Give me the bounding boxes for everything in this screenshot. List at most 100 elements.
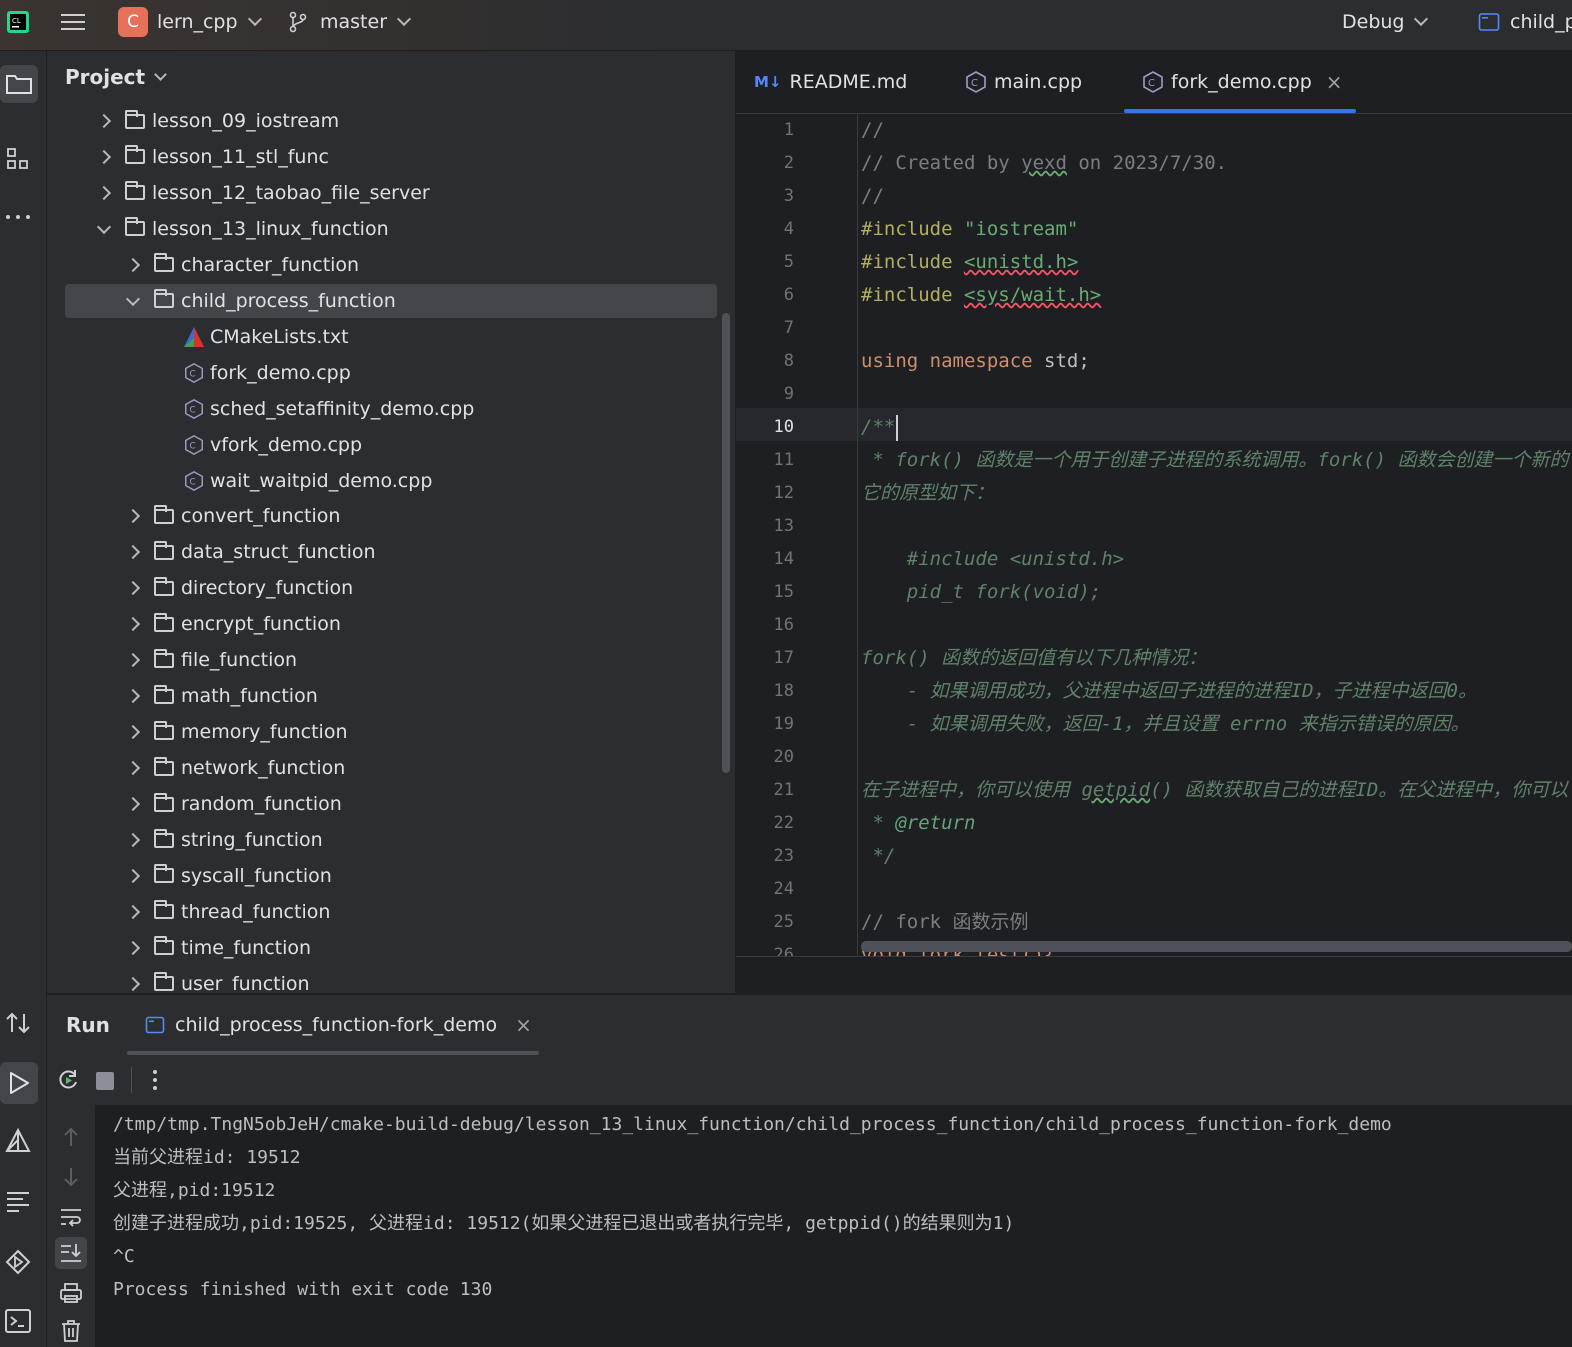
tree-folder[interactable]: thread_function — [47, 894, 735, 930]
chevron-right-icon[interactable] — [125, 689, 141, 704]
project-scrollbar[interactable] — [722, 313, 730, 773]
more-dots-icon — [6, 215, 30, 219]
tree-folder[interactable]: file_function — [47, 642, 735, 678]
clion-logo-icon[interactable]: CL — [6, 0, 30, 44]
rerun-button[interactable] — [55, 1067, 81, 1097]
tree-folder[interactable]: random_function — [47, 786, 735, 822]
tree-file[interactable]: CMakeLists.txt — [47, 319, 735, 355]
services-tool-button[interactable] — [0, 1244, 36, 1280]
tree-folder[interactable]: encrypt_function — [47, 606, 735, 642]
run-config-selector[interactable]: child_p — [1478, 0, 1572, 44]
build-config-selector[interactable]: Debug — [1342, 0, 1429, 44]
run-panel-header: Run child_process_function-fork_demo × — [47, 994, 1572, 1055]
console-line: ^C — [113, 1246, 135, 1267]
tree-folder[interactable]: directory_function — [47, 570, 735, 606]
more-tools-button[interactable] — [0, 199, 36, 235]
cpp-file-icon: C — [183, 434, 205, 456]
chevron-right-icon[interactable] — [96, 113, 112, 129]
editor-horizontal-scrollbar[interactable] — [861, 941, 1572, 952]
close-tab-icon[interactable]: × — [515, 1013, 532, 1037]
tree-folder[interactable]: math_function — [47, 678, 735, 714]
chevron-right-icon[interactable] — [125, 725, 141, 740]
tree-folder[interactable]: character_function — [47, 247, 735, 283]
tree-item-label: math_function — [181, 685, 318, 708]
console-line: 当前父进程id: 19512 — [113, 1147, 301, 1168]
tree-folder[interactable]: lesson_11_stl_func — [47, 139, 735, 175]
chevron-right-icon[interactable] — [96, 185, 112, 200]
tree-folder[interactable]: string_function — [47, 822, 735, 858]
chevron-right-icon[interactable] — [125, 545, 141, 560]
chevron-right-icon[interactable] — [125, 796, 141, 812]
chevron-right-icon[interactable] — [125, 832, 141, 848]
clear-all-button[interactable] — [55, 1315, 87, 1347]
folder-icon — [125, 181, 145, 201]
close-tab-icon[interactable]: × — [1326, 70, 1343, 94]
code-line-23: */ — [861, 845, 896, 867]
line-number: 5 — [783, 252, 794, 272]
tab-readme[interactable]: M↓ README.md — [754, 51, 907, 113]
tree-file[interactable]: Csched_setaffinity_demo.cpp — [47, 391, 735, 427]
structure-tool-button[interactable] — [0, 141, 36, 177]
console-line: Process finished with exit code 130 — [113, 1279, 493, 1300]
code-editor[interactable]: 1 2 3 4 5 6 7 8 9 10 11 12 13 14 15 16 17 18 19 20 21 22 23 24 2… — [736, 114, 1572, 956]
tree-folder[interactable]: memory_function — [47, 714, 735, 750]
scroll-down-button[interactable] — [55, 1161, 87, 1193]
project-tool-button[interactable] — [0, 65, 38, 103]
tab-fork-demo-cpp[interactable]: C fork_demo.cpp × — [1141, 51, 1343, 113]
chevron-down-icon[interactable] — [96, 219, 112, 234]
tree-folder[interactable]: lesson_13_linux_function — [47, 211, 735, 247]
commit-tool-button[interactable] — [0, 1005, 36, 1041]
run-tool-button[interactable] — [0, 1062, 38, 1104]
chevron-right-icon[interactable] — [125, 868, 141, 884]
tree-folder[interactable]: convert_function — [47, 498, 735, 534]
chevron-right-icon[interactable] — [125, 761, 141, 776]
line-number: 25 — [773, 912, 794, 932]
line-number: 10 — [773, 417, 794, 437]
project-view-selector[interactable]: Project — [65, 65, 167, 89]
chevron-right-icon[interactable] — [125, 940, 141, 955]
chevron-right-icon[interactable] — [125, 257, 141, 272]
main-menu-icon[interactable] — [60, 0, 86, 44]
run-tab-label: child_process_function-fork_demo — [175, 1014, 498, 1036]
tree-folder[interactable]: syscall_function — [47, 858, 735, 894]
folder-icon — [6, 75, 32, 94]
soft-wrap-button[interactable] — [55, 1201, 87, 1233]
code-line-21: 在子进程中，你可以使用 getpid() 函数获取自己的进程ID。在父进程中，你… — [861, 779, 1569, 801]
tree-folder[interactable]: lesson_09_iostream — [47, 103, 735, 139]
tree-folder[interactable]: network_function — [47, 750, 735, 786]
tree-file[interactable]: Cwait_waitpid_demo.cpp — [47, 463, 735, 499]
chevron-right-icon[interactable] — [125, 617, 141, 632]
chevron-right-icon[interactable] — [125, 581, 141, 596]
terminal-tool-button[interactable] — [0, 1303, 36, 1339]
stop-button[interactable] — [96, 1072, 114, 1090]
cpp-file-icon: C — [183, 398, 205, 420]
scroll-up-button[interactable] — [55, 1121, 87, 1153]
project-switcher[interactable]: C lern_cpp — [118, 0, 262, 44]
chevron-right-icon[interactable] — [125, 509, 141, 524]
tree-folder[interactable]: time_function — [47, 930, 735, 966]
cmake-tool-button[interactable] — [0, 1123, 36, 1159]
chevron-down-icon[interactable] — [125, 291, 141, 306]
line-number: 16 — [773, 615, 794, 635]
chevron-right-icon[interactable] — [125, 976, 141, 991]
chevron-right-icon[interactable] — [96, 149, 112, 165]
tree-folder[interactable]: data_struct_function — [47, 534, 735, 570]
tree-file[interactable]: Cfork_demo.cpp — [47, 355, 735, 391]
code-line-15: pid_t fork(void); — [861, 581, 1102, 603]
tree-folder[interactable]: child_process_function — [47, 283, 735, 319]
more-options-button[interactable] — [147, 1067, 163, 1097]
scroll-to-end-button[interactable] — [55, 1237, 87, 1269]
tree-folder[interactable]: lesson_12_taobao_file_server — [47, 175, 735, 211]
tree-folder[interactable]: user_function — [47, 966, 735, 993]
print-button[interactable] — [55, 1277, 87, 1309]
chevron-right-icon[interactable] — [125, 653, 141, 668]
vcs-branch-switcher[interactable]: master — [288, 0, 412, 44]
tree-file[interactable]: Cvfork_demo.cpp — [47, 427, 735, 463]
run-tab[interactable]: child_process_function-fork_demo × — [145, 1007, 532, 1043]
project-panel: Project lesson_09_iostream lesson_11_stl_… — [47, 51, 736, 993]
messages-tool-button[interactable] — [0, 1183, 36, 1219]
tab-main-cpp[interactable]: C main.cpp — [964, 51, 1082, 113]
code-line-22: * @return — [861, 812, 976, 834]
console-output[interactable]: /tmp/tmp.TngN5obJeH/cmake-build-debug/le… — [95, 1105, 1572, 1347]
chevron-right-icon[interactable] — [125, 904, 141, 919]
